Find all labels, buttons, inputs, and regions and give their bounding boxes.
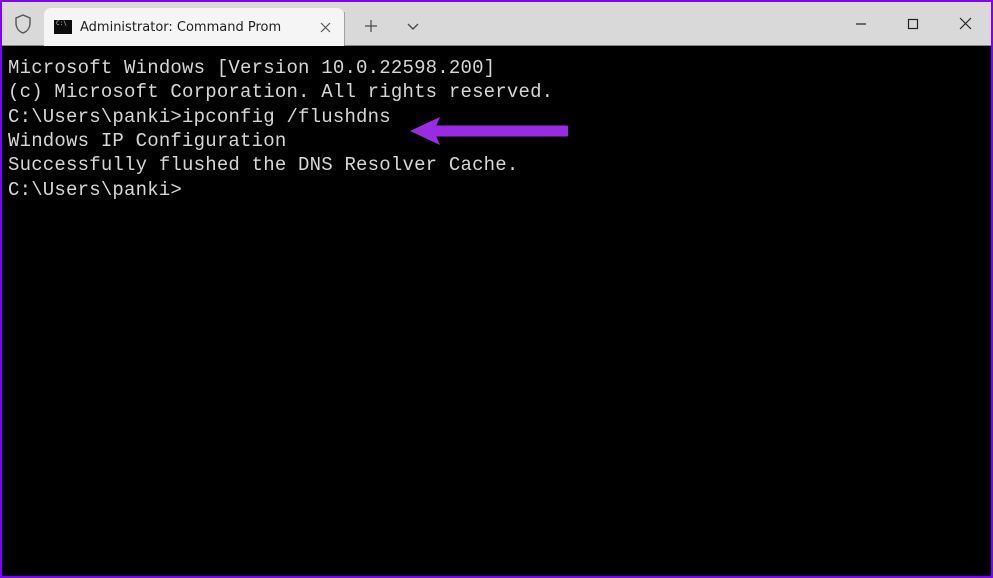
terminal-content[interactable]: Microsoft Windows [Version 10.0.22598.20… (2, 46, 991, 576)
terminal-line: Successfully flushed the DNS Resolver Ca… (8, 153, 985, 177)
terminal-prompt-line: C:\Users\panki>ipconfig /flushdns (8, 105, 985, 129)
terminal-icon: C:\ (54, 20, 72, 34)
shield-area (2, 2, 44, 45)
terminal-prompt-line: C:\Users\panki> (8, 178, 985, 202)
minimize-button[interactable] (835, 2, 887, 45)
window-title-bar: C:\ Administrator: Command Prom (2, 2, 991, 46)
terminal-line: (c) Microsoft Corporation. All rights re… (8, 80, 985, 104)
tab-actions (345, 2, 431, 45)
tab-close-button[interactable] (314, 16, 336, 38)
terminal-line: Microsoft Windows [Version 10.0.22598.20… (8, 56, 985, 80)
terminal-line: Windows IP Configuration (8, 129, 985, 153)
command: ipconfig /flushdns (182, 106, 391, 128)
window-controls (835, 2, 991, 45)
title-bar-spacer[interactable] (431, 2, 835, 45)
prompt: C:\Users\panki> (8, 106, 182, 128)
maximize-button[interactable] (887, 2, 939, 45)
tab-title: Administrator: Command Prom (80, 20, 306, 35)
tab-dropdown-button[interactable] (395, 8, 431, 44)
new-tab-button[interactable] (353, 8, 389, 44)
close-button[interactable] (939, 2, 991, 45)
tab-command-prompt[interactable]: C:\ Administrator: Command Prom (44, 8, 344, 46)
shield-icon (14, 14, 32, 34)
